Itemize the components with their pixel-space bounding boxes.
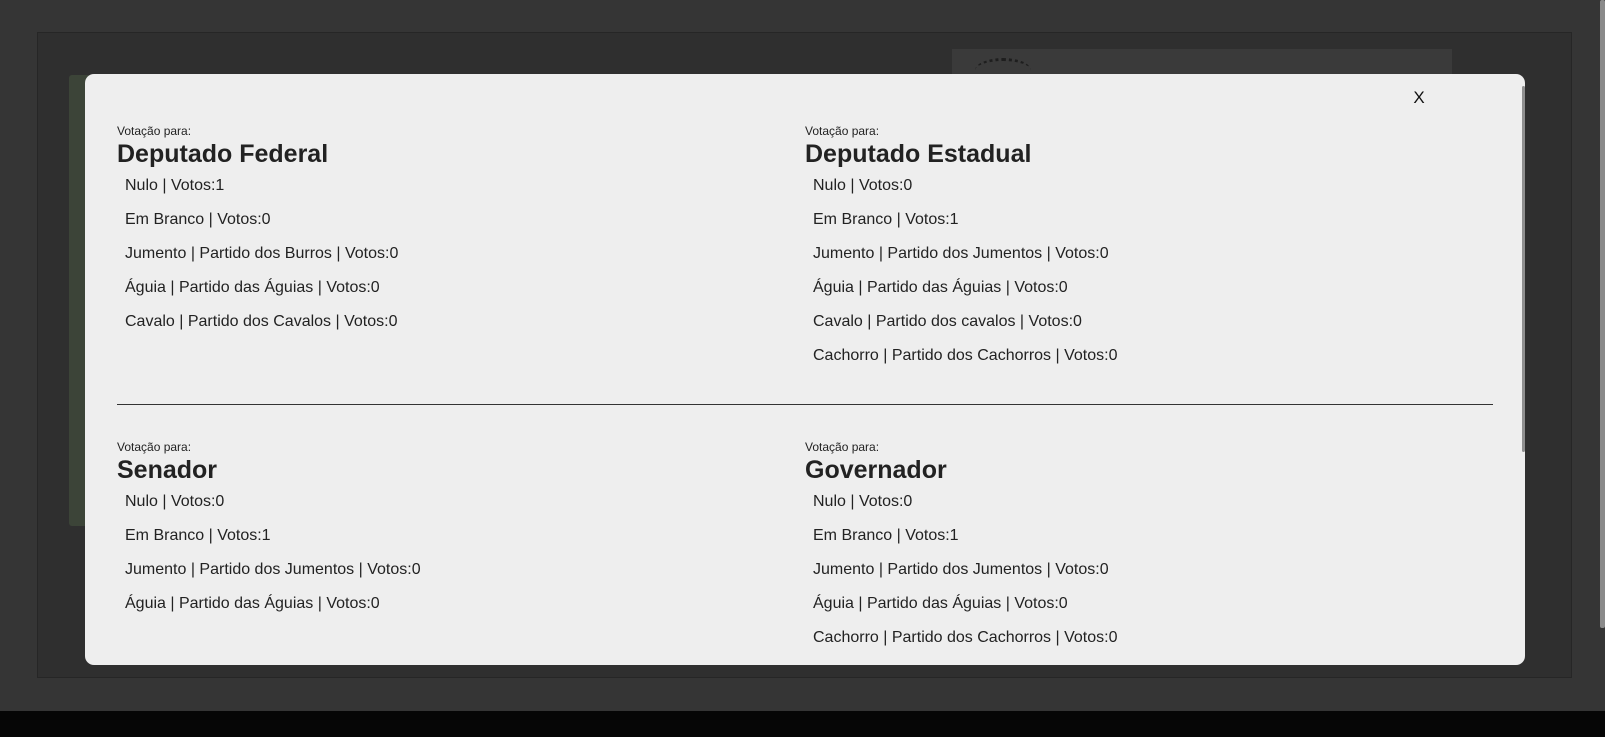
result-item: Cachorro | Partido dos Cachorros | Votos…: [813, 629, 1118, 646]
result-item: Em Branco | Votos:1: [813, 211, 959, 228]
result-list: Nulo | Votos:1 Em Branco | Votos:0 Jumen…: [117, 176, 767, 346]
result-item: Águia | Partido das Águias | Votos:0: [813, 279, 1068, 296]
modal-scrollbar[interactable]: [1522, 86, 1525, 452]
result-item: Em Branco | Votos:0: [125, 211, 271, 228]
close-button[interactable]: X: [1409, 86, 1429, 110]
office-title: Governador: [805, 456, 947, 484]
results-modal: X Votação para: Deputado Federal Nulo | …: [85, 74, 1525, 665]
section-governador: Votação para: Governador Nulo | Votos:0 …: [805, 440, 1455, 662]
result-list: Nulo | Votos:0 Em Branco | Votos:1 Jumen…: [117, 492, 767, 628]
vote-for-label: Votação para:: [805, 124, 880, 138]
section-senador: Votação para: Senador Nulo | Votos:0 Em …: [117, 440, 767, 628]
bottom-bar: [0, 711, 1605, 737]
vote-for-label: Votação para:: [805, 440, 880, 454]
result-item: Nulo | Votos:0: [813, 177, 913, 194]
result-item: Nulo | Votos:0: [125, 493, 225, 510]
vote-for-label: Votação para:: [117, 124, 192, 138]
result-list: Nulo | Votos:0 Em Branco | Votos:1 Jumen…: [805, 176, 1455, 380]
result-item: Jumento | Partido dos Jumentos | Votos:0: [125, 561, 421, 578]
vote-for-label: Votação para:: [117, 440, 192, 454]
result-list: Nulo | Votos:0 Em Branco | Votos:1 Jumen…: [805, 492, 1455, 662]
office-title: Deputado Estadual: [805, 140, 1032, 168]
result-item: Em Branco | Votos:1: [813, 527, 959, 544]
result-item: Águia | Partido das Águias | Votos:0: [125, 595, 380, 612]
result-item: Nulo | Votos:1: [125, 177, 225, 194]
result-item: Em Branco | Votos:1: [125, 527, 271, 544]
office-title: Deputado Federal: [117, 140, 329, 168]
result-item: Nulo | Votos:0: [813, 493, 913, 510]
result-item: Cachorro | Partido dos Cachorros | Votos…: [813, 347, 1118, 364]
section-deputado-estadual: Votação para: Deputado Estadual Nulo | V…: [805, 124, 1455, 380]
result-item: Águia | Partido das Águias | Votos:0: [813, 595, 1068, 612]
office-title: Senador: [117, 456, 218, 484]
section-deputado-federal: Votação para: Deputado Federal Nulo | Vo…: [117, 124, 767, 346]
result-item: Cavalo | Partido dos cavalos | Votos:0: [813, 313, 1082, 330]
window-scrollbar[interactable]: [1600, 0, 1605, 628]
result-item: Jumento | Partido dos Jumentos | Votos:0: [813, 245, 1109, 262]
result-item: Águia | Partido das Águias | Votos:0: [125, 279, 380, 296]
result-item: Jumento | Partido dos Jumentos | Votos:0: [813, 561, 1109, 578]
section-divider: [117, 404, 1493, 405]
result-item: Jumento | Partido dos Burros | Votos:0: [125, 245, 399, 262]
result-item: Cavalo | Partido dos Cavalos | Votos:0: [125, 313, 398, 330]
